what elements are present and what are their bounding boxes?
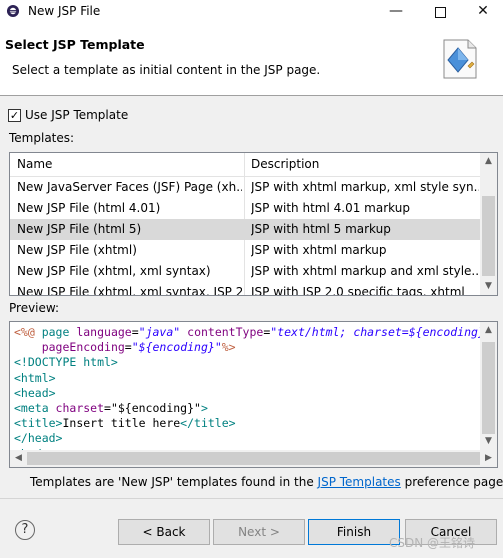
code-token: "${encoding}" <box>131 340 222 355</box>
templates-label: Templates: <box>9 131 75 145</box>
preview-horizontal-scrollbar[interactable]: ◀ ▶ <box>10 450 497 467</box>
code-line: pageEncoding="${encoding}"%> <box>14 340 480 355</box>
code-token: "java" <box>138 325 181 339</box>
maximize-icon <box>434 7 446 18</box>
template-preview[interactable]: <%@ page language="java" contentType="te… <box>9 321 498 468</box>
template-name-cell: New JSP File (html 5) <box>17 222 142 236</box>
note-suffix: preference page. <box>400 475 503 489</box>
column-header-description[interactable]: Description <box>251 157 319 171</box>
code-token: contentType <box>187 325 264 339</box>
checkbox-box[interactable]: ✓ <box>8 109 21 122</box>
template-name-cell: New JSP File (xhtml, xml syntax) <box>17 264 211 278</box>
jsp-templates-link[interactable]: JSP Templates <box>318 475 401 489</box>
scroll-down-icon[interactable]: ▼ <box>480 278 497 295</box>
code-line: <head> <box>14 386 480 401</box>
template-name-cell: New JavaServer Faces (JSF) Page (xh... <box>17 180 242 194</box>
table-row[interactable]: New JSP File (html 4.01) JSP with html 4.… <box>10 198 480 219</box>
watermark: CSDN @王铭诗 <box>389 536 476 550</box>
page-title: Select JSP Template <box>5 37 145 52</box>
table-row[interactable]: New JSP File (xhtml, xml syntax) JSP with… <box>10 261 480 282</box>
close-button[interactable]: ✕ <box>463 0 503 24</box>
use-jsp-template-label: Use JSP Template <box>25 108 129 122</box>
code-token: page <box>41 325 77 339</box>
templates-note: Templates are 'New JSP' templates found … <box>30 475 503 489</box>
minimize-button[interactable]: — <box>376 0 416 24</box>
code-line: <meta charset="${encoding}"> <box>14 401 480 416</box>
template-description-cell: JSP with JSP 2.0 specific tags, xhtml <box>251 285 465 296</box>
table-row[interactable]: New JSP File (xhtml) JSP with xhtml marku… <box>10 240 480 261</box>
code-token: </title> <box>180 416 236 431</box>
window-title: New JSP File <box>28 4 101 18</box>
code-line: <html> <box>14 371 480 386</box>
scrollbar-thumb[interactable] <box>482 196 495 276</box>
preview-label: Preview: <box>9 301 60 315</box>
code-token: <!DOCTYPE html> <box>14 355 118 370</box>
code-token: = <box>131 325 139 339</box>
code-line: <%@ page language="java" contentType="te… <box>14 325 480 340</box>
preview-code: <%@ page language="java" contentType="te… <box>14 325 480 462</box>
template-name-cell: New JSP File (xhtml) <box>17 243 137 257</box>
next-button[interactable]: Next > <box>213 519 305 545</box>
templates-table[interactable]: Name Description New JavaServer Faces (J… <box>9 152 498 296</box>
note-prefix: Templates are 'New JSP' templates found … <box>30 475 318 489</box>
finish-button[interactable]: Finish <box>308 519 400 545</box>
code-token: ="${encoding}" <box>104 400 201 415</box>
code-token: <head> <box>14 385 56 400</box>
header-divider <box>0 95 503 96</box>
template-name-cell: New JSP File (html 4.01) <box>17 201 161 215</box>
table-header: Name Description <box>10 153 480 177</box>
table-row[interactable]: New JavaServer Faces (JSF) Page (xh... JS… <box>10 177 480 198</box>
code-token: pageEncoding <box>41 340 125 355</box>
code-token: charset <box>55 400 105 415</box>
code-token: <%@ <box>14 325 42 339</box>
scroll-up-icon[interactable]: ▲ <box>480 322 497 339</box>
scroll-left-icon[interactable]: ◀ <box>10 450 27 467</box>
template-description-cell: JSP with html 5 markup <box>251 222 391 236</box>
preview-vertical-scrollbar[interactable]: ▲ ▼ <box>480 322 497 450</box>
template-description-cell: JSP with xhtml markup and xml style... <box>251 264 479 278</box>
templates-scrollbar[interactable]: ▲ ▼ <box>480 153 497 295</box>
template-name-cell: New JSP File (xhtml, xml syntax, JSP 2..… <box>17 285 242 296</box>
page-description: Select a template as initial content in … <box>12 63 321 77</box>
wizard-header: Select JSP Template Select a template as… <box>0 24 503 95</box>
table-row[interactable]: New JSP File (xhtml, xml syntax, JSP 2..… <box>10 282 480 296</box>
scroll-right-icon[interactable]: ▶ <box>480 450 497 467</box>
maximize-button[interactable] <box>420 0 460 24</box>
code-line: <!DOCTYPE html> <box>14 355 480 370</box>
code-token: > <box>200 400 208 415</box>
scroll-up-icon[interactable]: ▲ <box>480 153 497 170</box>
code-token: <title> <box>14 416 63 431</box>
code-line: <title>Insert title here</title> <box>14 416 480 431</box>
code-token: "text/html; charset=${encoding}" <box>270 325 480 339</box>
template-description-cell: JSP with xhtml markup <box>251 243 387 257</box>
template-description-cell: JSP with xhtml markup, xml style syn... <box>251 180 479 194</box>
scroll-down-icon[interactable]: ▼ <box>480 433 497 450</box>
code-line: </head> <box>14 431 480 446</box>
minimize-icon: — <box>389 3 403 19</box>
code-token: <meta <box>14 400 56 415</box>
scrollbar-thumb[interactable] <box>482 342 495 434</box>
code-token: <html> <box>14 370 56 385</box>
code-token: %> <box>221 340 236 355</box>
help-icon[interactable]: ? <box>15 520 35 540</box>
jsp-file-wizard-icon <box>443 39 477 79</box>
code-token: = <box>124 340 132 355</box>
code-token: Insert title here <box>62 416 181 431</box>
eclipse-icon <box>7 5 19 17</box>
title-bar: New JSP File — ✕ <box>0 0 503 24</box>
scrollbar-thumb[interactable] <box>27 452 480 465</box>
back-button[interactable]: < Back <box>118 519 210 545</box>
footer-divider <box>0 498 503 499</box>
template-description-cell: JSP with html 4.01 markup <box>251 201 410 215</box>
code-token: </head> <box>14 431 63 446</box>
table-row[interactable]: New JSP File (html 5) JSP with html 5 mar… <box>10 219 480 240</box>
column-header-name[interactable]: Name <box>17 157 52 171</box>
close-icon: ✕ <box>477 3 489 19</box>
code-token: language <box>76 325 132 339</box>
